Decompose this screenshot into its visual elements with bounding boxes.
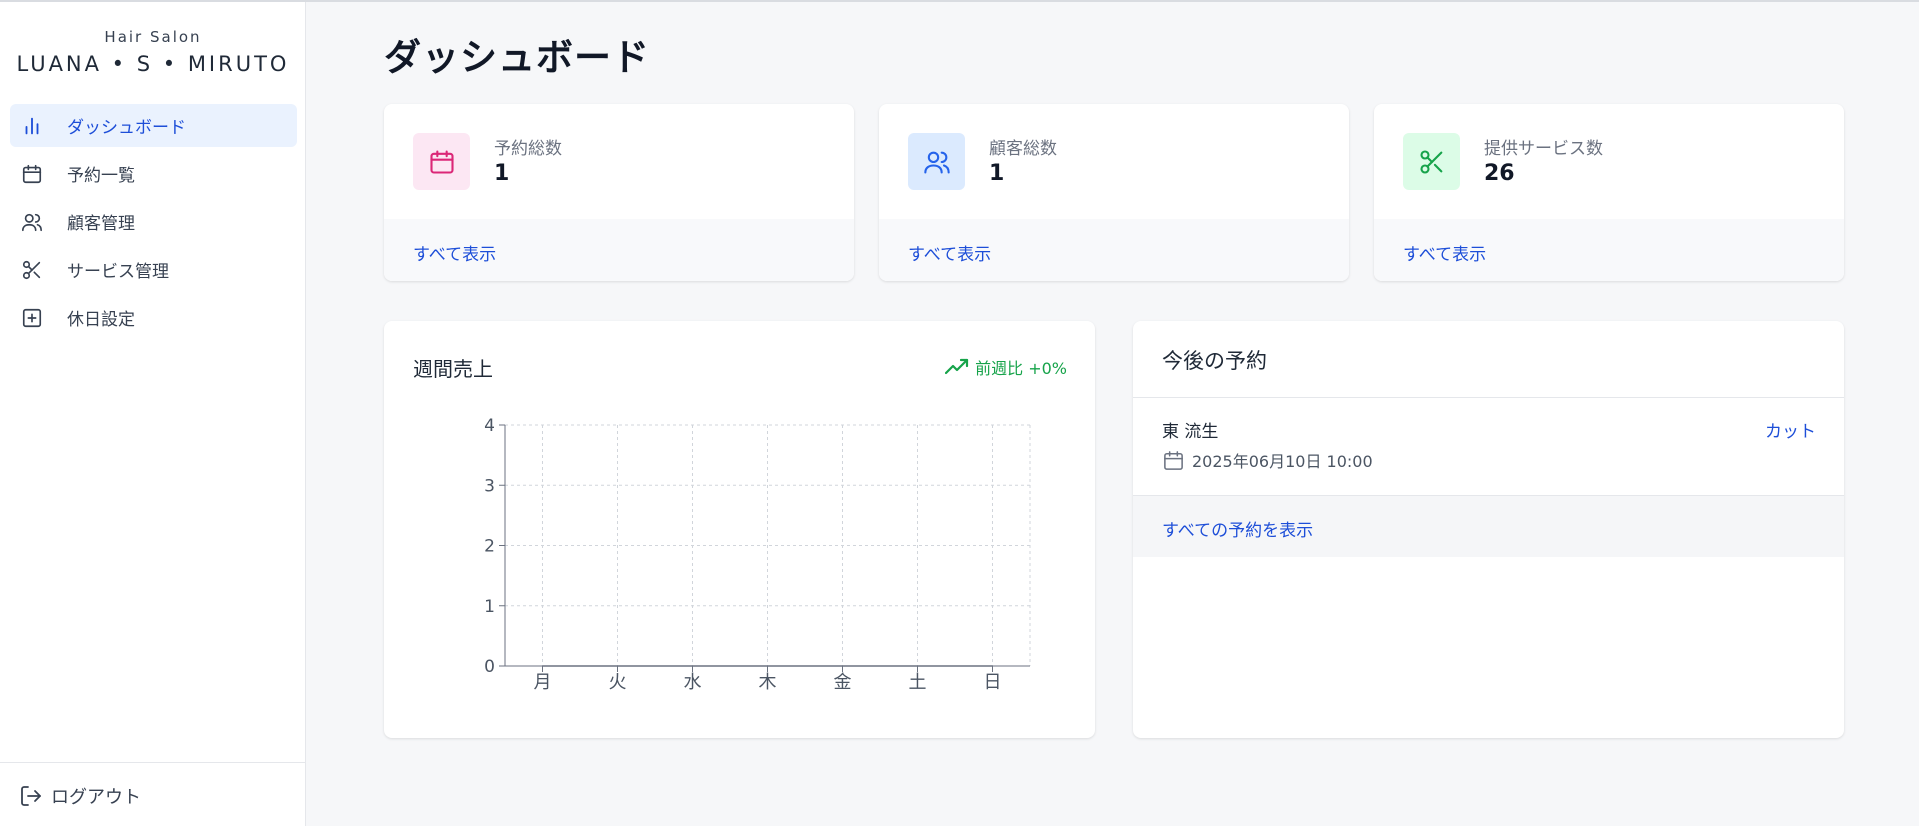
calendar-icon	[20, 162, 44, 186]
view-all-link[interactable]: すべて表示	[413, 240, 496, 265]
sidebar-nav: ダッシュボード 予約一覧 顧客管理 サービス管理 休日設定	[10, 104, 297, 344]
brand-logo: Hair Salon LUANA • S • MIRUTO	[0, 28, 306, 76]
plus-square-icon	[20, 306, 44, 330]
sidebar-item-label: 休日設定	[67, 310, 135, 330]
x-tick-label: 木	[759, 672, 777, 693]
stat-card-services: 提供サービス数 26 すべて表示	[1374, 104, 1844, 281]
sidebar-item-customers[interactable]: 顧客管理	[10, 200, 297, 243]
x-tick-label: 土	[909, 672, 927, 693]
stat-value: 26	[1484, 161, 1515, 186]
x-tick-label: 月	[534, 672, 552, 693]
calendar-icon	[413, 133, 470, 190]
y-tick-label: 0	[484, 657, 495, 677]
upcoming-title: 今後の予約	[1162, 349, 1267, 373]
reservation-item[interactable]: 東 流生 カット 2025年06月10日 10:00	[1133, 398, 1844, 495]
x-tick-label: 金	[834, 672, 852, 693]
y-tick-label: 1	[484, 597, 495, 617]
page-title: ダッシュボード	[384, 36, 650, 79]
users-icon	[20, 210, 44, 234]
stat-label: 提供サービス数	[1484, 139, 1603, 159]
datetime-text: 2025年06月10日 10:00	[1192, 452, 1373, 471]
y-tick-label: 4	[484, 416, 495, 436]
reservation-datetime: 2025年06月10日 10:00	[1162, 448, 1373, 472]
x-tick-label: 日	[984, 672, 1002, 693]
view-all-link[interactable]: すべて表示	[1403, 240, 1486, 265]
calendar-icon	[1164, 450, 1183, 470]
brand-name: LUANA • S • MIRUTO	[16, 52, 290, 76]
logout-label: ログアウト	[51, 787, 141, 808]
x-tick-label: 水	[684, 672, 702, 693]
stat-card-footer: すべて表示	[879, 219, 1349, 281]
scissors-icon	[1403, 133, 1460, 190]
sidebar-item-label: ダッシュボード	[67, 118, 186, 138]
stat-card-reservations: 予約総数 1 すべて表示	[384, 104, 854, 281]
sidebar: Hair Salon LUANA • S • MIRUTO ダッシュボード 予約…	[0, 2, 306, 826]
upcoming-reservations-panel: 今後の予約 東 流生 カット 2025年06月10日 10:00 すべての予約を…	[1133, 321, 1844, 738]
users-icon	[908, 133, 965, 190]
stat-label: 予約総数	[494, 139, 562, 159]
stat-value: 1	[494, 161, 510, 186]
weekly-sales-chart: 0 1 2 3 4 月 火 水 木 金 土 日	[484, 416, 1031, 693]
service-link[interactable]: カット	[1765, 417, 1816, 442]
sidebar-item-reservations[interactable]: 予約一覧	[10, 152, 297, 195]
scissors-icon	[20, 258, 44, 282]
view-all-reservations-link[interactable]: すべての予約を表示	[1162, 516, 1313, 541]
x-tick-label: 火	[609, 672, 627, 693]
upcoming-footer: すべての予約を表示	[1133, 495, 1844, 557]
sidebar-item-label: サービス管理	[67, 262, 169, 282]
stat-card-footer: すべて表示	[1374, 219, 1844, 281]
weekly-sales-panel: 週間売上 前週比 +0% 01234月火水木金土日	[384, 321, 1095, 738]
sidebar-item-services[interactable]: サービス管理	[10, 248, 297, 291]
logout-button[interactable]: ログアウト	[19, 783, 141, 809]
y-tick-label: 3	[484, 476, 495, 496]
y-tick-label: 2	[484, 537, 495, 557]
bar-chart-icon	[20, 114, 44, 138]
stat-card-customers: 顧客総数 1 すべて表示	[879, 104, 1349, 281]
sidebar-footer: ログアウト	[0, 762, 306, 826]
brand-subtitle: Hair Salon	[104, 28, 202, 46]
view-all-link[interactable]: すべて表示	[908, 240, 991, 265]
stat-label: 顧客総数	[989, 139, 1057, 159]
sidebar-item-holidays[interactable]: 休日設定	[10, 296, 297, 339]
sidebar-item-label: 予約一覧	[67, 166, 135, 186]
sidebar-item-dashboard[interactable]: ダッシュボード	[10, 104, 297, 147]
sidebar-item-label: 顧客管理	[67, 214, 135, 234]
stat-card-footer: すべて表示	[384, 219, 854, 281]
stat-value: 1	[989, 161, 1005, 186]
logout-icon	[21, 786, 41, 806]
customer-name: 東 流生	[1162, 422, 1219, 442]
